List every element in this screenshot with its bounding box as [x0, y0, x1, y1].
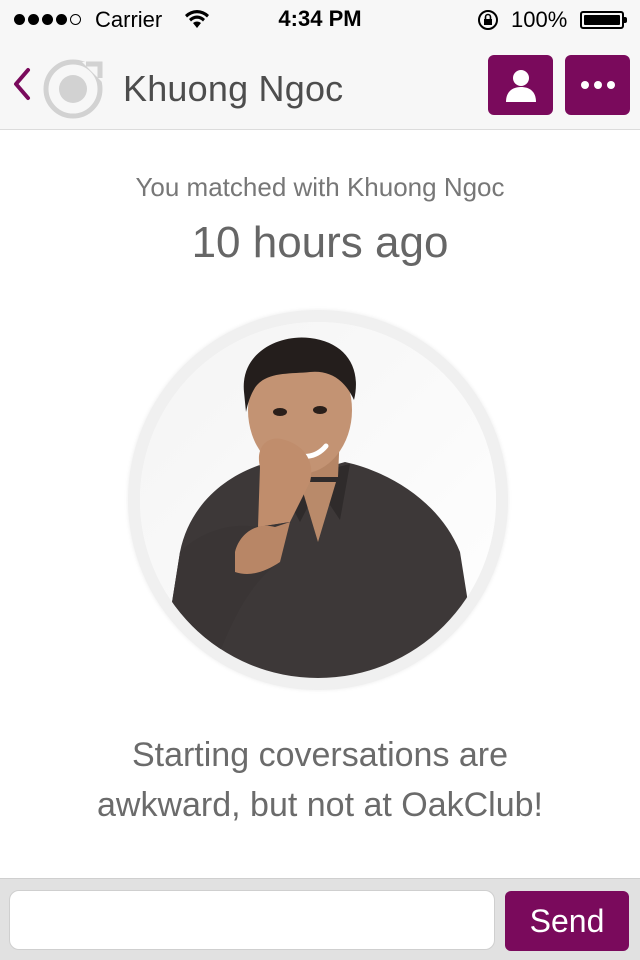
rotation-lock-icon: [478, 10, 498, 30]
battery-icon: [580, 11, 627, 29]
message-input-bar: Send: [0, 878, 640, 960]
message-line-2: awkward, but not at OakClub!: [96, 786, 543, 824]
person-icon: [505, 70, 536, 102]
back-button[interactable]: [8, 64, 38, 104]
profile-photo-image: [140, 322, 496, 678]
status-bar: Carrier 4:34 PM 100%: [0, 0, 640, 40]
profile-button[interactable]: [488, 55, 553, 115]
nav-title: Khuong Ngoc: [123, 68, 344, 109]
chevron-left-icon: [14, 68, 30, 100]
battery-percent: 100%: [511, 7, 568, 32]
oakclub-logo-icon: [43, 59, 103, 119]
match-label: You matched with Khuong Ngoc: [135, 172, 505, 202]
message-line-1: Starting coversations are: [131, 736, 509, 774]
profile-photo[interactable]: [128, 310, 508, 690]
more-dots-icon: [580, 81, 615, 89]
person-photo-illustration: [140, 322, 496, 678]
match-time: 10 hours ago: [191, 218, 449, 267]
more-options-button[interactable]: [565, 55, 630, 115]
nav-bar: Khuong Ngoc: [0, 40, 640, 130]
message-input[interactable]: [9, 890, 495, 950]
send-button[interactable]: Send: [505, 891, 629, 951]
